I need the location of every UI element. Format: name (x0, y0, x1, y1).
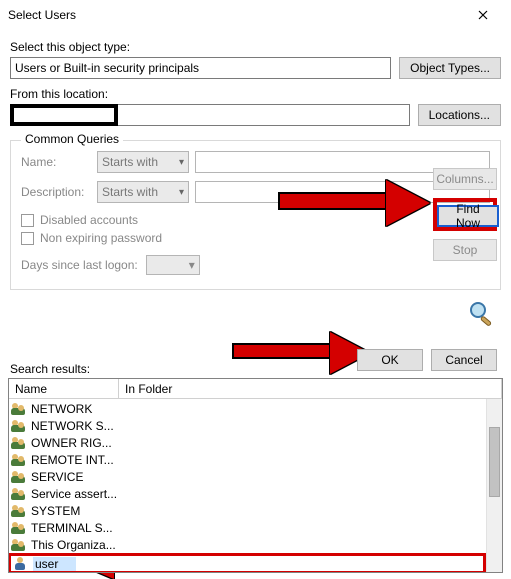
description-match-value: Starts with (102, 185, 158, 199)
group-icon (11, 419, 27, 433)
chevron-down-icon: ▾ (179, 157, 184, 168)
chevron-down-icon: ▾ (179, 187, 184, 198)
list-item-label: TERMINAL S... (31, 521, 113, 535)
description-label: Description: (21, 185, 91, 199)
non-expiring-label: Non expiring password (40, 231, 162, 245)
list-item-label: This Organiza... (31, 538, 116, 552)
name-match-select[interactable]: Starts with ▾ (97, 151, 189, 173)
column-header-name[interactable]: Name (9, 379, 119, 398)
ok-button[interactable]: OK (357, 349, 423, 371)
days-since-select[interactable]: ▾ (146, 255, 200, 275)
search-results-label: Search results: (10, 362, 90, 376)
list-item-label: SYSTEM (31, 504, 80, 518)
object-type-input[interactable] (10, 57, 391, 79)
list-item[interactable]: TERMINAL S... (9, 519, 486, 536)
find-now-button[interactable]: Find Now (437, 205, 499, 227)
results-listview[interactable]: Name In Folder NETWORK NETWORK S... OWNER … (8, 378, 503, 573)
close-icon (478, 10, 488, 20)
group-icon (11, 402, 27, 416)
list-item[interactable]: SYSTEM (9, 502, 486, 519)
list-item[interactable]: user (9, 553, 486, 572)
non-expiring-checkbox[interactable] (21, 232, 34, 245)
scrollbar[interactable] (486, 399, 502, 572)
list-item[interactable]: REMOTE INT... (9, 451, 486, 468)
group-icon (11, 453, 27, 467)
days-since-label: Days since last logon: (21, 258, 138, 272)
list-item-label: REMOTE INT... (31, 453, 114, 467)
list-item-label: user (33, 557, 76, 571)
list-item-label: SERVICE (31, 470, 83, 484)
list-item-label: Service assert... (31, 487, 117, 501)
search-icon (465, 299, 497, 327)
object-types-button[interactable]: Object Types... (399, 57, 501, 79)
list-item[interactable]: SERVICE (9, 468, 486, 485)
columns-button[interactable]: Columns... (433, 168, 497, 190)
from-location-label: From this location: (10, 87, 501, 101)
common-queries-group: Common Queries Name: Starts with ▾ Descr… (10, 140, 501, 290)
group-icon (11, 436, 27, 450)
group-icon (11, 538, 27, 552)
list-item-label: NETWORK (31, 402, 92, 416)
list-item[interactable]: NETWORK S... (9, 417, 486, 434)
results-header: Name In Folder (9, 379, 502, 399)
find-now-highlight: Find Now (433, 198, 497, 231)
scrollbar-thumb[interactable] (489, 427, 500, 497)
group-icon (11, 504, 27, 518)
window-title: Select Users (8, 8, 76, 22)
chevron-down-icon: ▾ (189, 258, 195, 272)
disabled-accounts-label: Disabled accounts (40, 213, 138, 227)
name-match-value: Starts with (102, 155, 158, 169)
list-item[interactable]: This Organiza... (9, 536, 486, 553)
description-match-select[interactable]: Starts with ▾ (97, 181, 189, 203)
stop-button[interactable]: Stop (433, 239, 497, 261)
group-icon (11, 470, 27, 484)
object-type-label: Select this object type: (10, 40, 501, 54)
locations-button[interactable]: Locations... (418, 104, 501, 126)
location-redacted-box (10, 104, 118, 126)
list-item[interactable]: OWNER RIG... (9, 434, 486, 451)
disabled-accounts-checkbox[interactable] (21, 214, 34, 227)
list-item[interactable]: Service assert... (9, 485, 486, 502)
cancel-button[interactable]: Cancel (431, 349, 497, 371)
name-label: Name: (21, 155, 91, 169)
titlebar: Select Users (0, 0, 511, 30)
column-header-in-folder[interactable]: In Folder (119, 379, 502, 398)
list-item-label: OWNER RIG... (31, 436, 112, 450)
list-item[interactable]: NETWORK (9, 400, 486, 417)
common-queries-legend: Common Queries (21, 132, 123, 146)
user-icon (13, 557, 29, 571)
group-icon (11, 487, 27, 501)
location-input[interactable] (118, 104, 410, 126)
group-icon (11, 521, 27, 535)
list-item-label: NETWORK S... (31, 419, 114, 433)
close-button[interactable] (463, 1, 503, 29)
